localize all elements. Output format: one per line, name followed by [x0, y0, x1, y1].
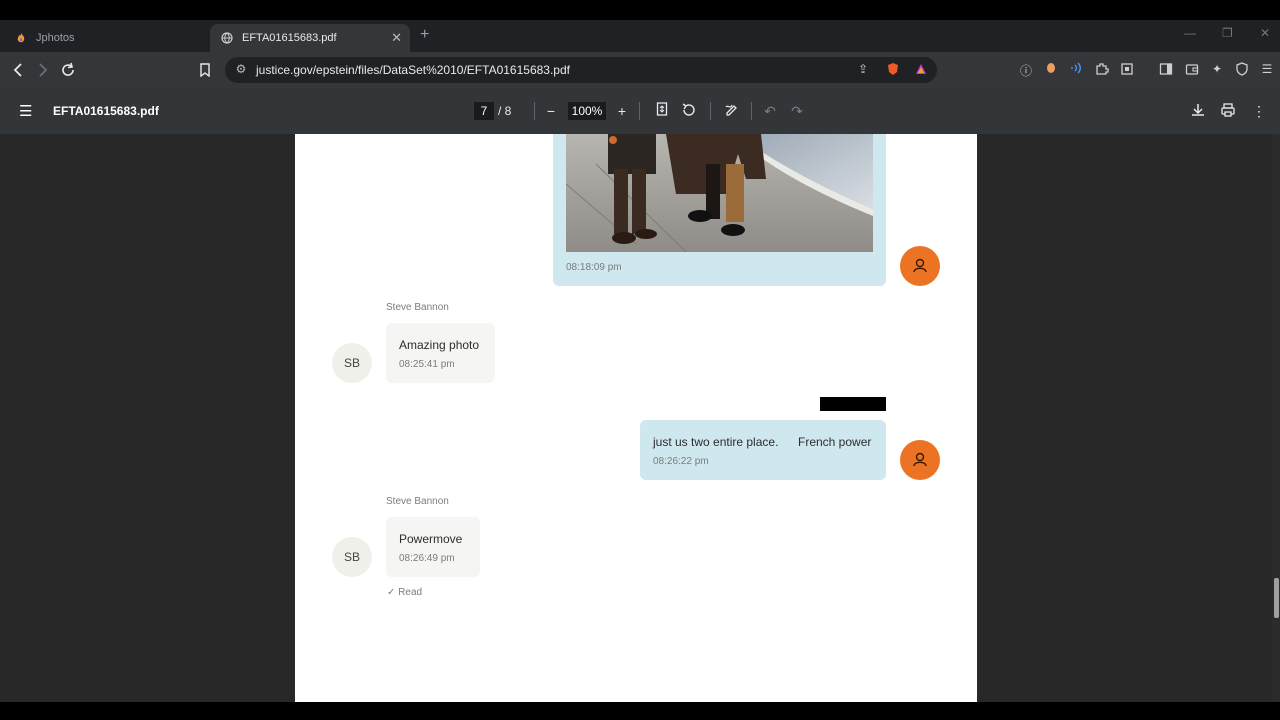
message-photo: [566, 134, 873, 252]
brave-rewards-icon[interactable]: [913, 62, 929, 78]
close-tab-icon[interactable]: ✕: [391, 30, 402, 46]
reload-icon[interactable]: [58, 60, 78, 80]
sender-avatar: SB: [332, 537, 372, 577]
extension-shield-icon[interactable]: ⓘ: [1018, 62, 1034, 78]
message-text: Amazing photo: [399, 338, 480, 352]
browser-toolbar: ⚙ justice.gov/epstein/files/DataSet%2010…: [0, 52, 1280, 88]
message-time: 08:25:41 pm: [399, 359, 455, 370]
read-receipt: ✓ Read: [387, 587, 422, 598]
address-bar[interactable]: ⚙ justice.gov/epstein/files/DataSet%2010…: [225, 57, 937, 83]
sender-name: Steve Bannon: [386, 496, 449, 507]
user-icon: [913, 258, 927, 273]
redo-icon[interactable]: ↷: [788, 102, 806, 120]
wallet-icon[interactable]: [1184, 62, 1200, 78]
incoming-message-bubble: [386, 517, 480, 577]
outgoing-message-bubble: [640, 420, 886, 480]
hamburger-menu-icon[interactable]: ☰: [19, 102, 35, 120]
pdf-viewer[interactable]: 08:18:09 pm Steve Bannon SB Amazing phot…: [0, 134, 1280, 702]
bottom-bar: [0, 702, 1280, 720]
message-time: 08:18:09 pm: [566, 262, 622, 273]
leo-ai-icon[interactable]: ✦: [1209, 62, 1225, 78]
toolbar-divider: [710, 102, 711, 120]
brave-shields-icon[interactable]: [885, 62, 901, 78]
annotate-icon[interactable]: [723, 102, 741, 120]
tab-strip: Jphotos EFTA01615683.pdf ✕: [0, 20, 1280, 52]
page-total: / 8: [498, 104, 512, 118]
user-avatar: [900, 440, 940, 480]
redaction-block: [820, 397, 886, 411]
message-time: 08:26:22 pm: [653, 456, 709, 467]
undo-icon[interactable]: ↶: [761, 102, 779, 120]
message-time: 08:26:49 pm: [399, 553, 455, 564]
extension-audio-icon[interactable]: [1068, 62, 1084, 78]
bookmark-icon[interactable]: [195, 60, 215, 80]
vpn-shield-icon[interactable]: [1234, 62, 1250, 78]
more-options-icon[interactable]: ⋮: [1250, 102, 1268, 120]
pdf-page: 08:18:09 pm Steve Bannon SB Amazing phot…: [295, 134, 977, 702]
tab-label: Jphotos: [36, 32, 75, 44]
share-icon[interactable]: ⇪: [855, 62, 871, 78]
new-tab-button[interactable]: +: [420, 26, 429, 44]
browser-menu-icon[interactable]: ☰: [1259, 62, 1275, 78]
fit-page-icon[interactable]: [653, 102, 671, 120]
message-text: Powermove: [399, 532, 463, 546]
toolbar-divider: [534, 102, 535, 120]
sidebar-toggle-icon[interactable]: [1158, 62, 1174, 78]
tab-label: EFTA01615683.pdf: [242, 32, 337, 44]
page-number-input[interactable]: 7: [474, 102, 494, 120]
pdf-filename: EFTA01615683.pdf: [53, 104, 159, 118]
scrollbar-thumb[interactable]: [1274, 578, 1279, 618]
read-label: Read: [398, 587, 423, 598]
toolbar-divider: [751, 102, 752, 120]
user-icon: [913, 452, 927, 467]
message-text-continued: French power: [798, 435, 872, 449]
checkmark-icon: ✓: [387, 587, 396, 598]
tab-jphotos[interactable]: Jphotos: [8, 24, 208, 52]
download-icon[interactable]: [1189, 102, 1207, 120]
zoom-in-icon[interactable]: +: [613, 102, 631, 120]
extension-potato-icon[interactable]: [1043, 62, 1059, 78]
site-info-icon[interactable]: ⚙: [233, 62, 249, 78]
screen: Jphotos EFTA01615683.pdf ✕ + — ❐ ✕ ⚙ jus…: [0, 0, 1280, 720]
globe-icon: [220, 31, 234, 45]
forward-icon[interactable]: [33, 60, 53, 80]
extensions-puzzle-icon[interactable]: [1094, 62, 1110, 78]
flame-icon: [14, 31, 28, 45]
pdf-toolbar: ☰ EFTA01615683.pdf 7 / 8 − 100% + ↶ ↷ ⋮: [0, 88, 1280, 134]
toolbar-divider: [639, 102, 640, 120]
message-text: just us two entire place.: [653, 435, 779, 449]
sender-avatar: SB: [332, 343, 372, 383]
tab-pdf[interactable]: EFTA01615683.pdf ✕: [210, 24, 410, 52]
zoom-out-icon[interactable]: −: [542, 102, 560, 120]
rotate-icon[interactable]: [680, 102, 698, 120]
sender-name: Steve Bannon: [386, 302, 449, 313]
restore-icon[interactable]: ❐: [1222, 26, 1233, 40]
extension-box-icon[interactable]: [1119, 62, 1135, 78]
user-avatar: [900, 246, 940, 286]
minimize-icon[interactable]: —: [1184, 26, 1196, 40]
incoming-message-bubble: [386, 323, 495, 383]
close-window-icon[interactable]: ✕: [1260, 26, 1270, 40]
back-icon[interactable]: [8, 60, 28, 80]
address-url[interactable]: justice.gov/epstein/files/DataSet%2010/E…: [256, 63, 570, 77]
zoom-input[interactable]: 100%: [568, 102, 606, 120]
print-icon[interactable]: [1219, 102, 1237, 120]
